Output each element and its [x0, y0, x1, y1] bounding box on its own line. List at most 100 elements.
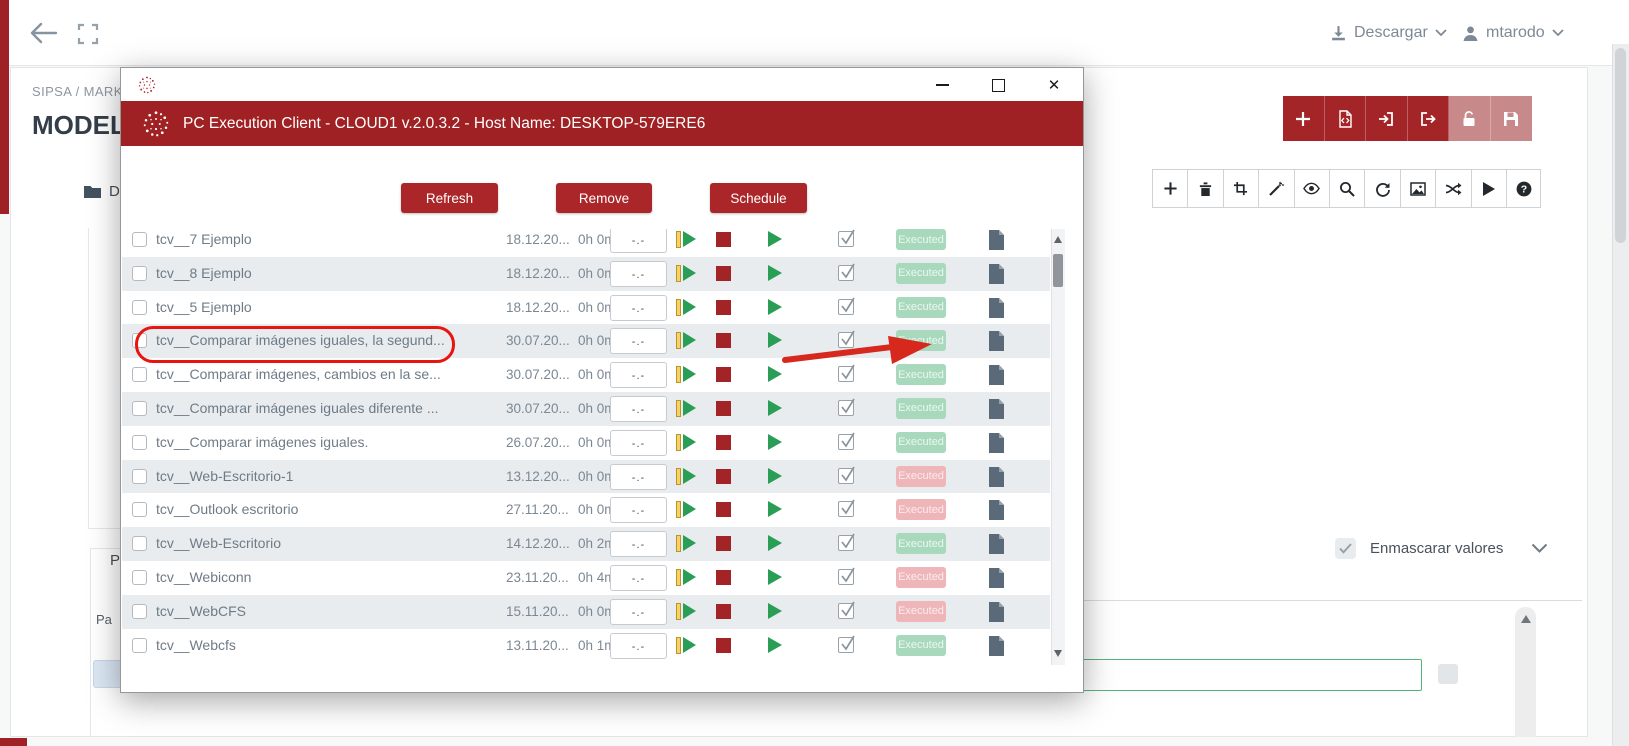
chevron-down-icon[interactable] [1531, 543, 1548, 554]
row-checkbox[interactable] [132, 266, 147, 281]
scroll-up-arrow-icon[interactable] [1054, 236, 1062, 243]
log-file-icon[interactable] [988, 399, 1005, 419]
log-file-icon[interactable] [988, 365, 1005, 385]
preview-button[interactable] [1294, 169, 1329, 208]
play-button[interactable] [768, 434, 782, 450]
table-row[interactable]: tcv__Web-Escritorio-1 13.12.20... 0h 0m … [122, 460, 1050, 494]
schedule-time-input[interactable]: -.- [610, 261, 667, 287]
input-action-button[interactable] [1438, 664, 1458, 684]
log-file-icon[interactable] [988, 602, 1005, 622]
log-file-icon[interactable] [988, 467, 1005, 487]
run-from-start-button[interactable] [676, 434, 700, 451]
schedule-time-input[interactable]: -.- [610, 497, 667, 523]
log-file-icon[interactable] [988, 534, 1005, 554]
save-button[interactable] [1491, 96, 1533, 141]
schedule-time-input[interactable]: -.- [610, 565, 667, 591]
minimize-button[interactable] [929, 76, 955, 94]
stop-button[interactable] [716, 333, 731, 348]
result-checkbox[interactable] [838, 501, 854, 517]
stop-button[interactable] [716, 638, 731, 653]
row-checkbox[interactable] [132, 300, 147, 315]
play-button[interactable] [768, 637, 782, 653]
back-button[interactable] [26, 18, 60, 48]
schedule-time-input[interactable]: -.- [610, 430, 667, 456]
log-file-icon[interactable] [988, 331, 1005, 351]
table-row[interactable]: tcv__Webiconn 23.11.20... 0h 4m 13... -.… [122, 561, 1050, 595]
run-button[interactable] [1471, 169, 1506, 208]
table-row[interactable]: tcv__Comparar imágenes iguales diferente… [122, 392, 1050, 426]
add-element-button[interactable] [1152, 169, 1187, 208]
row-checkbox[interactable] [132, 367, 147, 382]
run-from-start-button[interactable] [676, 637, 700, 654]
sign-in-button[interactable] [1366, 96, 1408, 141]
play-button[interactable] [768, 231, 782, 247]
fullscreen-button[interactable] [76, 22, 100, 46]
table-row[interactable]: tcv__Outlook escritorio 27.11.20... 0h 0… [122, 493, 1050, 527]
run-from-start-button[interactable] [676, 231, 700, 248]
schedule-time-input[interactable]: -.- [610, 396, 667, 422]
user-menu[interactable]: mtarodo [1462, 20, 1564, 46]
run-from-start-button[interactable] [676, 332, 700, 349]
stop-button[interactable] [716, 536, 731, 551]
schedule-time-input[interactable]: -.- [610, 633, 667, 659]
stop-button[interactable] [716, 300, 731, 315]
result-checkbox[interactable] [838, 569, 854, 585]
schedule-time-input[interactable]: -.- [610, 229, 667, 253]
play-button[interactable] [768, 535, 782, 551]
run-from-start-button[interactable] [676, 299, 700, 316]
page-scrollbar-thumb[interactable] [1615, 48, 1626, 243]
table-row[interactable]: tcv__5 Ejemplo 18.12.20... 0h 0m 0s... -… [122, 291, 1050, 325]
play-button[interactable] [768, 265, 782, 281]
sign-out-button[interactable] [1408, 96, 1450, 141]
result-checkbox[interactable] [838, 299, 854, 315]
crop-button[interactable] [1223, 169, 1258, 208]
delete-button[interactable] [1187, 169, 1222, 208]
unlock-button[interactable] [1449, 96, 1491, 141]
log-file-icon[interactable] [988, 500, 1005, 520]
result-checkbox[interactable] [838, 603, 854, 619]
play-button[interactable] [768, 569, 782, 585]
log-file-icon[interactable] [988, 264, 1005, 284]
play-button[interactable] [768, 400, 782, 416]
maximize-button[interactable] [985, 76, 1011, 94]
result-checkbox[interactable] [838, 434, 854, 450]
log-file-icon[interactable] [988, 230, 1005, 250]
window-titlebar[interactable]: ✕ [121, 68, 1083, 101]
play-button[interactable] [768, 299, 782, 315]
run-from-start-button[interactable] [676, 366, 700, 383]
row-checkbox[interactable] [132, 536, 147, 551]
stop-button[interactable] [716, 232, 731, 247]
result-checkbox[interactable] [838, 400, 854, 416]
run-from-start-button[interactable] [676, 569, 700, 586]
schedule-button[interactable]: Schedule [710, 183, 807, 213]
run-from-start-button[interactable] [676, 265, 700, 282]
row-checkbox[interactable] [132, 502, 147, 517]
row-checkbox[interactable] [132, 435, 147, 450]
panel-scrollbar-track[interactable] [1515, 607, 1536, 737]
stop-button[interactable] [716, 401, 731, 416]
row-checkbox[interactable] [132, 401, 147, 416]
refresh-button[interactable] [1364, 169, 1399, 208]
run-from-start-button[interactable] [676, 501, 700, 518]
download-menu[interactable]: Descargar [1330, 20, 1447, 46]
table-row[interactable]: tcv__7 Ejemplo 18.12.20... 0h 0m 0s... -… [122, 229, 1050, 257]
shuffle-button[interactable] [1435, 169, 1470, 208]
schedule-time-input[interactable]: -.- [610, 464, 667, 490]
schedule-time-input[interactable]: -.- [610, 599, 667, 625]
table-scrollbar-thumb[interactable] [1053, 254, 1063, 287]
log-file-icon[interactable] [988, 433, 1005, 453]
run-from-start-button[interactable] [676, 400, 700, 417]
result-checkbox[interactable] [838, 468, 854, 484]
schedule-time-input[interactable]: -.- [610, 295, 667, 321]
row-checkbox[interactable] [132, 638, 147, 653]
stop-button[interactable] [716, 367, 731, 382]
play-button[interactable] [768, 501, 782, 517]
run-from-start-button[interactable] [676, 468, 700, 485]
stop-button[interactable] [716, 435, 731, 450]
help-button[interactable]: ? [1506, 169, 1541, 208]
table-row[interactable]: tcv__8 Ejemplo 18.12.20... 0h 0m 1s... -… [122, 257, 1050, 291]
scroll-down-arrow-icon[interactable] [1054, 650, 1062, 657]
image-button[interactable] [1400, 169, 1435, 208]
log-file-icon[interactable] [988, 568, 1005, 588]
stop-button[interactable] [716, 502, 731, 517]
